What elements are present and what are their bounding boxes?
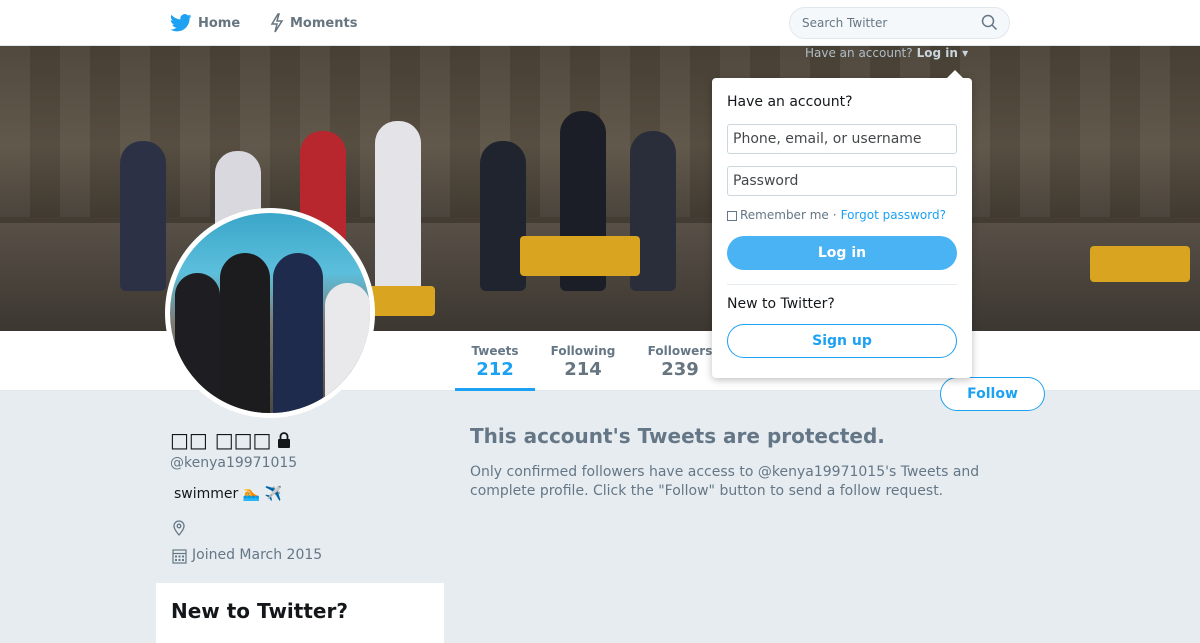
new-to-twitter-label: New to Twitter? <box>727 296 835 312</box>
banner-starting-block <box>520 236 640 276</box>
profile-name-row: □□ □□□ <box>170 428 293 452</box>
banner-figure <box>120 141 166 291</box>
side-card-title: New to Twitter? <box>171 599 348 623</box>
login-link[interactable]: Log in ▾ <box>917 46 969 60</box>
profile-name: □□ □□□ <box>170 428 272 452</box>
login-link-label: Log in <box>916 46 958 60</box>
forgot-password-link[interactable]: Forgot password? <box>841 208 946 222</box>
banner-starting-block <box>1090 246 1190 282</box>
top-navigation-bar: Home Moments <box>0 0 1200 46</box>
stat-tweets-value: 212 <box>476 359 514 380</box>
calendar-icon <box>172 549 187 564</box>
stat-following[interactable]: Following 214 <box>545 331 621 391</box>
search-input[interactable] <box>789 7 1010 39</box>
stat-tweets[interactable]: Tweets 212 <box>455 331 535 391</box>
avatar[interactable] <box>165 208 375 418</box>
caret-down-icon: ▾ <box>962 46 969 60</box>
username-field[interactable] <box>727 124 957 154</box>
remember-separator: · <box>832 208 837 222</box>
search-icon[interactable] <box>981 14 998 31</box>
stat-following-value: 214 <box>564 359 602 380</box>
stat-tweets-label: Tweets <box>471 344 519 358</box>
login-button[interactable]: Log in <box>727 236 957 270</box>
stat-followers-value: 239 <box>661 359 699 380</box>
login-prompt: Have an account? Log in ▾ <box>805 46 968 60</box>
dropdown-title: Have an account? <box>727 94 853 110</box>
profile-handle: @kenya19971015 <box>170 455 298 471</box>
login-dropdown: Have an account? Remember me · Forgot pa… <box>712 70 972 378</box>
location-icon <box>173 520 185 536</box>
avatar-figure <box>273 253 323 413</box>
signup-button[interactable]: Sign up <box>727 324 957 358</box>
remember-me-label: Remember me <box>740 208 829 222</box>
stat-followers-label: Followers <box>647 344 713 358</box>
remember-me-checkbox[interactable] <box>727 211 737 221</box>
avatar-figure <box>175 273 220 413</box>
joined-date: Joined March 2015 <box>192 547 323 563</box>
remember-row: Remember me · Forgot password? <box>727 208 946 222</box>
protected-title: This account's Tweets are protected. <box>470 424 885 448</box>
twitter-bird-icon <box>170 14 192 32</box>
avatar-figure <box>220 253 270 413</box>
password-field[interactable] <box>727 166 957 196</box>
new-to-twitter-card: New to Twitter? <box>156 583 444 643</box>
protected-text: Only confirmed followers have access to … <box>470 464 980 499</box>
login-prompt-question: Have an account? <box>805 46 913 60</box>
banner-figure <box>375 121 421 291</box>
nav-moments-label: Moments <box>290 15 358 31</box>
dropdown-caret <box>947 70 963 78</box>
lock-icon <box>278 432 291 448</box>
profile-bio: swimmer 🏊 ✈️ <box>174 486 283 502</box>
nav-home-label: Home <box>198 15 241 31</box>
nav-home[interactable]: Home <box>170 0 240 46</box>
stat-followers[interactable]: Followers 239 <box>645 331 715 391</box>
lightning-icon <box>270 13 284 33</box>
avatar-figure <box>325 283 370 413</box>
nav-moments[interactable]: Moments <box>270 0 357 46</box>
stat-following-label: Following <box>550 344 616 358</box>
follow-button[interactable]: Follow <box>940 377 1045 411</box>
dropdown-divider <box>727 284 957 285</box>
